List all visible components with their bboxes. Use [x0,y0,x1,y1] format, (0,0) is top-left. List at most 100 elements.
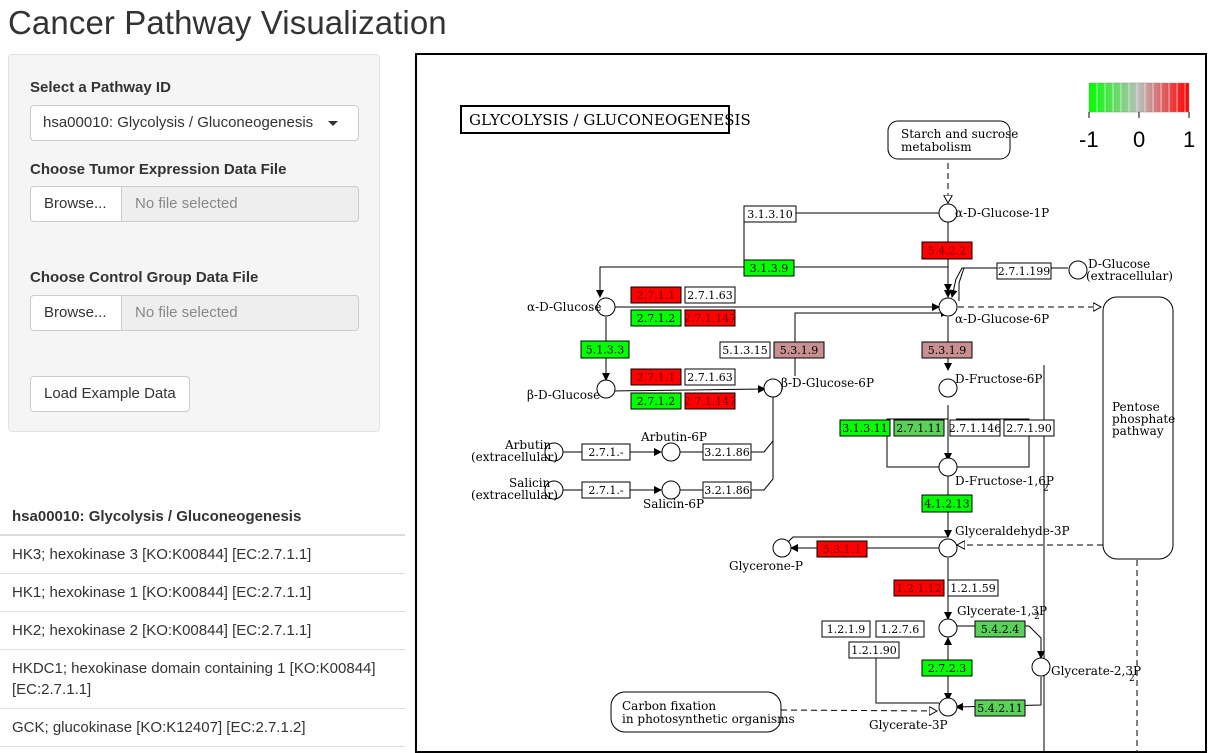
compound-label: β-D-Glucose [527,388,600,402]
enzyme-label: 3.1.3.10 [747,208,792,221]
compound-node[interactable] [661,442,681,462]
carbon-fixation-map-node[interactable]: Carbon fixation in photosynthetic organi… [610,691,795,733]
compound-node[interactable] [772,538,792,558]
enzyme-label: 5.1.3.3 [586,344,624,357]
compound-node[interactable] [938,538,958,558]
compound-node[interactable] [1031,657,1051,677]
enzyme-box-2-7-1-147[interactable]: 2.7.1.147 [684,392,736,410]
enzyme-box-1-2-1-59[interactable]: 1.2.1.59 [947,579,999,597]
enzyme-box-5-3-1-9[interactable]: 5.3.1.9 [921,341,973,359]
enzyme-box-3-1-3-10[interactable]: 3.1.3.10 [743,205,797,223]
enzyme-box-2-7-1-63[interactable]: 2.7.1.63 [684,368,736,386]
enzyme-label: 2.7.2.3 [928,662,966,675]
enzyme-box-2-7-1-199[interactable]: 2.7.1.199 [996,262,1052,280]
control-file-input: Browse... No file selected [30,295,359,331]
enzyme-box-2-7-1-11[interactable]: 2.7.1.11 [893,419,945,437]
enzyme-label: 3.2.1.86 [704,446,749,459]
enzyme-label: 5.4.2.11 [977,702,1022,715]
compound-label: α-D-Glucose [527,300,601,314]
starch-map-label: Starch and sucrose [901,127,1018,141]
enzyme-box-2-7-2-3[interactable]: 2.7.2.3 [921,659,973,677]
enzyme-box-5-4-2-2[interactable]: 5.4.2.2 [921,241,973,260]
compound-node[interactable] [1068,260,1088,280]
enzyme-label: 2.7.1.11 [896,422,941,435]
compound-label: Glycerate-2,3P [1051,664,1141,678]
enzyme-box-5-3-1-1[interactable]: 5.3.1.1 [816,540,868,558]
enzyme-box-5-3-1-9[interactable]: 5.3.1.9 [773,341,825,359]
tumor-file-input: Browse... No file selected [30,186,359,222]
enzyme-label: 2.7.1.- [588,484,623,497]
legend-mid: 0 [1133,127,1145,152]
compound-node[interactable] [938,618,958,638]
gene-table-row[interactable]: HK2; hexokinase 2 [KO:K00844] [EC:2.7.1.… [0,612,405,650]
compound-label: D-Fructose-6P [955,372,1042,386]
enzyme-label: 3.1.3.11 [842,422,887,435]
compound-label: β-D-Glucose-6P [781,376,874,390]
enzyme-box-5-1-3-3[interactable]: 5.1.3.3 [580,340,630,359]
gene-table-row[interactable]: HKDC1; hexokinase domain containing 1 [K… [0,650,405,709]
control-browse-button[interactable]: Browse... [30,295,122,331]
enzyme-box-5-4-2-11[interactable]: 5.4.2.11 [974,699,1026,717]
compound-node[interactable] [938,697,958,717]
compound-node[interactable] [763,378,783,398]
gene-table-row[interactable]: HK3; hexokinase 3 [KO:K00844] [EC:2.7.1.… [0,536,405,574]
gene-table: hsa00010: Glycolysis / Gluconeogenesis H… [0,500,405,747]
enzyme-box-2-7-1-63[interactable]: 2.7.1.63 [684,286,736,304]
enzyme-box-2-7-1-2[interactable]: 2.7.1.2 [630,309,682,327]
compound-label: α-D-Glucose-6P [955,312,1049,326]
enzyme-box-2-7-1-90[interactable]: 2.7.1.90 [1003,419,1055,437]
enzyme-box-3-1-3-11[interactable]: 3.1.3.11 [839,419,891,437]
compound-label: Glycerone-P [729,559,803,573]
compound-label: 2 [1034,612,1040,622]
enzyme-box-1-2-1-12[interactable]: 1.2.1.12 [893,579,945,597]
compound-label: Salicin-6P [643,497,704,511]
enzyme-label: 3.1.3.9 [750,262,788,275]
compound-label: (extracellular) [1086,269,1173,283]
enzyme-label: 2.7.1.146 [949,422,1001,435]
enzyme-box-1-2-1-90[interactable]: 1.2.1.90 [848,641,900,659]
enzyme-box-2-7-1-146[interactable]: 2.7.1.146 [949,419,1001,437]
enzyme-label: 4.1.2.13 [924,498,969,511]
enzyme-box-2-7-1-2[interactable]: 2.7.1.2 [630,392,682,410]
enzyme-boxes: 3.1.3.10 5.4.2.2 3.1.3.9 2.7.1.199 2.7.1.1 2.… [580,205,1055,717]
enzyme-box-4-1-2-13[interactable]: 4.1.2.13 [921,494,973,513]
compound-label: 2 [1043,484,1049,494]
enzyme-box-3-1-3-9[interactable]: 3.1.3.9 [743,259,795,277]
enzyme-box-3-2-1-86[interactable]: 3.2.1.86 [702,443,752,461]
enzyme-box-2-7-1--[interactable]: 2.7.1.- [581,481,631,499]
gene-table-row[interactable]: GCK; glucokinase [KO:K12407] [EC:2.7.1.2… [0,709,405,747]
enzyme-label: 5.3.1.9 [928,344,966,357]
control-file-name: No file selected [122,295,359,331]
enzyme-label: 2.7.1.199 [998,265,1050,278]
compound-label: Glyceraldehyde-3P [955,524,1070,538]
pentose-map-node[interactable]: Pentose phosphate pathway [1102,296,1175,560]
enzyme-box-2-7-1--[interactable]: 2.7.1.- [581,443,631,461]
compound-label: (extracellular) [471,450,558,464]
pathway-map-panel: GLYCOLYSIS / GLUCONEOGENESIS Starch and … [415,53,1207,753]
compound-label: D-Fructose-1,6P [955,474,1054,488]
legend-max: 1 [1183,127,1195,152]
enzyme-box-5-4-2-4[interactable]: 5.4.2.4 [974,620,1026,638]
enzyme-box-3-2-1-86[interactable]: 3.2.1.86 [702,481,752,499]
pathway-title: GLYCOLYSIS / GLUCONEOGENESIS [469,111,751,129]
enzyme-label: 1.2.1.9 [827,623,865,636]
caret-down-icon [328,121,338,126]
gene-table-row[interactable]: HK1; hexokinase 1 [KO:K00844] [EC:2.7.1.… [0,574,405,612]
starch-map-node[interactable]: Starch and sucrose metabolism [887,120,1018,160]
enzyme-label: 2.7.1.147 [684,395,736,408]
load-example-button[interactable]: Load Example Data [30,376,190,412]
tumor-browse-button[interactable]: Browse... [30,186,122,222]
enzyme-label: 5.1.3.15 [722,344,767,357]
enzyme-box-2-7-1-1[interactable]: 2.7.1.1 [630,286,682,304]
enzyme-box-2-7-1-147[interactable]: 2.7.1.147 [684,309,736,327]
control-file-label: Choose Control Group Data File [30,269,259,286]
pathway-select[interactable]: hsa00010: Glycolysis / Gluconeogenesis [30,105,359,141]
enzyme-box-1-2-1-9[interactable]: 1.2.1.9 [821,620,871,638]
enzyme-box-1-2-7-6[interactable]: 1.2.7.6 [875,620,925,638]
enzyme-box-2-7-1-1[interactable]: 2.7.1.1 [630,368,682,386]
enzyme-label: 2.7.1.63 [687,289,732,302]
color-legend: -1 0 1 [1079,82,1195,152]
compound-label: α-D-Glucose-1P [955,206,1049,220]
gene-table-header: hsa00010: Glycolysis / Gluconeogenesis [0,500,405,536]
enzyme-box-5-1-3-15[interactable]: 5.1.3.15 [719,341,771,359]
